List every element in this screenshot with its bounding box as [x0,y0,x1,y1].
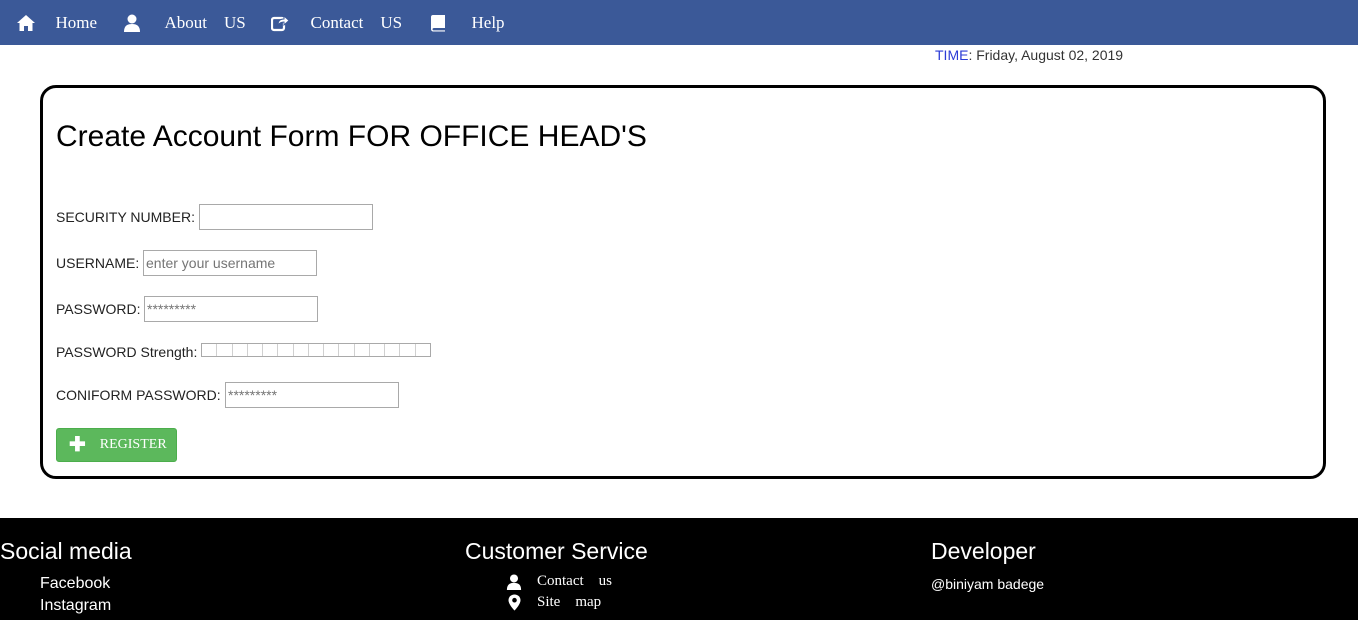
confirm-password-input[interactable] [225,382,399,408]
map-marker-icon [505,594,523,611]
username-input[interactable] [143,250,317,276]
facebook-link[interactable]: Facebook [40,575,110,593]
form-title: Create Account Form FOR OFFICE HEAD'S [56,120,647,153]
instagram-link[interactable]: Instagram [40,597,111,615]
book-icon [430,0,456,72]
password-input[interactable] [144,296,318,322]
password-label: PASSWORD: [56,301,141,317]
site-map-label: Site map [537,594,602,610]
customer-service-heading: Customer Service [465,538,648,564]
nav-item-help[interactable]: Help [430,0,505,45]
username-label: USERNAME: [56,255,140,271]
home-icon [16,0,42,72]
user-icon [123,0,149,72]
nav-item-label: Help [471,12,505,32]
site-map-link[interactable]: Site map [505,594,601,611]
contact-us-link[interactable]: Contact us [505,573,612,590]
nav-item-label: About US [164,12,246,32]
security-number-input[interactable] [199,204,373,230]
share-icon [271,0,297,72]
footer: Social media Facebook Instagram Customer… [0,518,1358,620]
top-navbar: Home About US Contact US Help [0,0,1358,45]
user-icon [505,573,523,590]
time-value: : Friday, August 02, 2019 [968,47,1124,63]
developer-heading: Developer [931,538,1036,564]
password-strength-meter [201,343,431,357]
time-key: TIME [935,47,969,63]
nav-item-about-us[interactable]: About US [123,0,246,45]
nav-item-home[interactable]: Home [16,0,97,45]
social-media-heading: Social media [0,538,132,564]
plus-icon: ✚ [69,434,86,456]
current-time: TIME: Friday, August 02, 2019 [935,47,1123,63]
nav-item-label: Home [55,12,98,32]
nav-item-contact-us[interactable]: Contact US [271,0,402,45]
register-button[interactable]: ✚ REGISTER [56,428,177,462]
register-button-label: REGISTER [99,437,167,452]
nav-item-label: Contact US [310,12,403,32]
password-strength-label: PASSWORD Strength: [56,344,198,360]
security-number-label: SECURITY NUMBER: [56,209,195,225]
developer-name: @biniyam badege [931,576,1045,592]
confirm-password-label: CONIFORM PASSWORD: [56,387,221,403]
contact-us-label: Contact us [537,573,612,589]
